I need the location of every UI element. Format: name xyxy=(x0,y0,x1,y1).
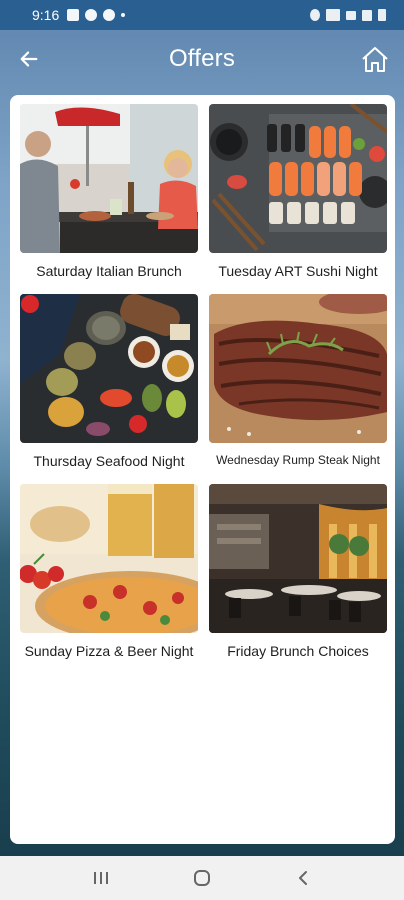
offer-card[interactable]: Wednesday Rump Steak Night xyxy=(209,294,387,467)
status-time: 9:16 xyxy=(32,7,60,23)
signal-icon-2 xyxy=(362,9,372,21)
offer-title: Friday Brunch Choices xyxy=(227,643,369,659)
home-icon xyxy=(362,47,388,72)
offer-image-sushi xyxy=(209,104,387,253)
alarm-icon xyxy=(310,9,320,21)
offer-image-seafood xyxy=(20,294,198,443)
telegram-icon xyxy=(85,9,98,21)
image-notification-icon xyxy=(67,9,80,21)
more-dot-icon xyxy=(121,13,126,17)
offer-title: Saturday Italian Brunch xyxy=(36,263,182,279)
offer-title: Tuesday ART Sushi Night xyxy=(218,263,378,279)
home-button[interactable] xyxy=(358,42,392,76)
offer-card[interactable]: Thursday Seafood Night xyxy=(20,294,198,469)
offer-card[interactable]: Sunday Pizza & Beer Night xyxy=(20,484,198,659)
system-navigation-bar xyxy=(0,856,404,900)
page-title: Offers xyxy=(168,45,236,72)
arrow-left-icon xyxy=(20,51,38,67)
back-nav-button[interactable] xyxy=(283,863,323,893)
home-circle-icon xyxy=(193,870,210,886)
offer-image-steak xyxy=(209,294,387,443)
offer-card[interactable]: Tuesday ART Sushi Night xyxy=(209,104,387,279)
offer-title: Sunday Pizza & Beer Night xyxy=(24,643,194,659)
notification-icons xyxy=(67,9,126,21)
offer-image-pizza-beer xyxy=(20,484,198,633)
app-bar: Offers xyxy=(0,30,404,88)
status-bar: 9:16 xyxy=(0,0,404,30)
back-button[interactable] xyxy=(14,44,44,74)
offer-card[interactable]: Friday Brunch Choices xyxy=(209,484,387,659)
home-nav-button[interactable] xyxy=(182,863,222,893)
offer-image-restaurant xyxy=(209,484,387,633)
recent-apps-icon xyxy=(93,872,108,884)
wifi-icon xyxy=(326,9,340,21)
whatsapp-icon xyxy=(103,9,116,21)
recent-apps-button[interactable] xyxy=(81,863,121,893)
chevron-left-icon xyxy=(299,871,308,885)
offers-panel: Saturday Italian Brunch Tuesday ART Sush… xyxy=(10,95,395,844)
offer-title: Wednesday Rump Steak Night xyxy=(216,453,380,467)
signal-icon xyxy=(346,10,356,20)
offer-card[interactable]: Saturday Italian Brunch xyxy=(20,104,198,279)
system-status-icons xyxy=(310,9,386,21)
battery-icon xyxy=(378,9,386,21)
offer-image-italian-brunch xyxy=(20,104,198,253)
offer-title: Thursday Seafood Night xyxy=(33,453,185,469)
